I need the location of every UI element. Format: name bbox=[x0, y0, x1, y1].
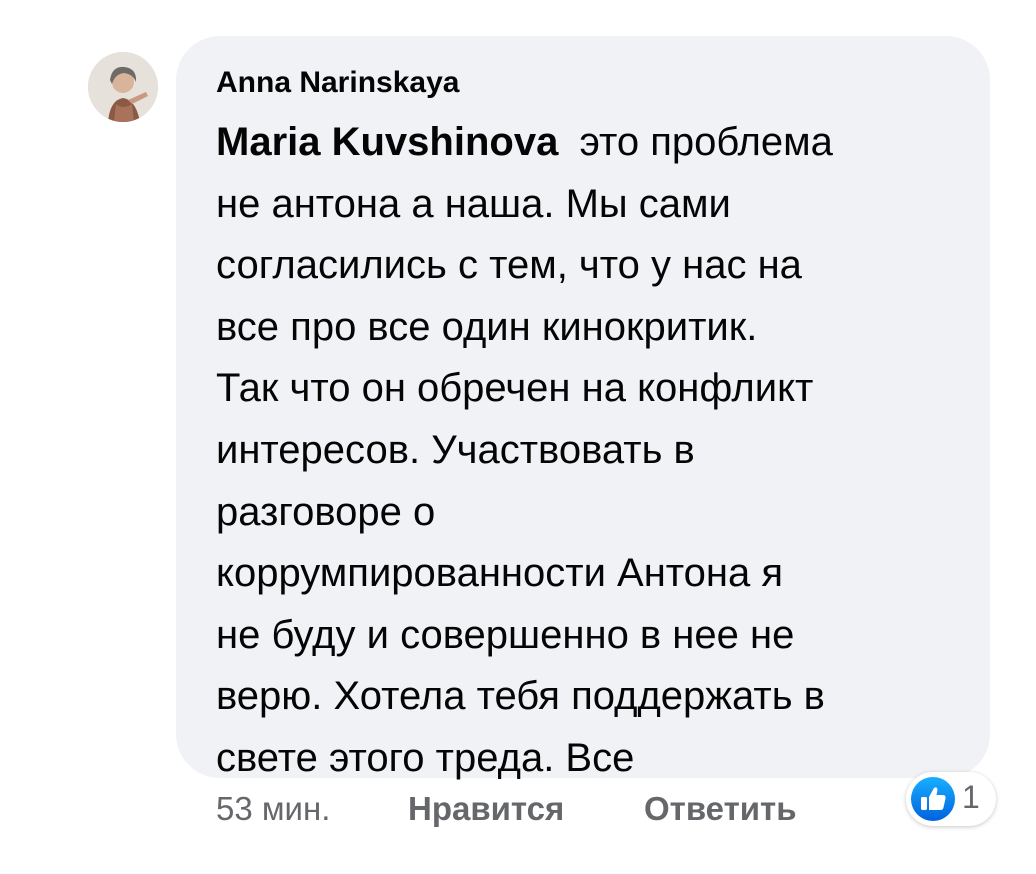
comment-line: разговоре о bbox=[216, 489, 436, 534]
reactions-summary[interactable]: 1 bbox=[906, 772, 996, 826]
mention-link[interactable]: Maria Kuvshinova bbox=[216, 120, 558, 164]
like-icon bbox=[911, 777, 955, 821]
avatar[interactable] bbox=[88, 52, 158, 122]
comment-line: не буду и совершенно в нее не bbox=[216, 612, 795, 657]
comment-bubble: Anna Narinskaya Maria Kuvshinova это про… bbox=[176, 36, 990, 780]
like-button[interactable]: Нравится bbox=[408, 790, 564, 828]
comment-line: коррумпированности Антона я bbox=[216, 551, 784, 596]
comment-author[interactable]: Anna Narinskaya bbox=[216, 66, 459, 100]
avatar-image bbox=[88, 52, 158, 122]
comment-line: свете этого треда. Все bbox=[216, 735, 635, 780]
comment-line: интересов. Участвовать в bbox=[216, 427, 695, 472]
comment-line-text: это проблема bbox=[579, 120, 833, 164]
comment-line: не антона а наша. Мы сами bbox=[216, 181, 731, 226]
comment-timestamp[interactable]: 53 мин. bbox=[216, 790, 330, 828]
reaction-count: 1 bbox=[962, 779, 980, 815]
comment-line: все про все один кинокритик. bbox=[216, 304, 758, 349]
comment-line: согласились с тем, что у нас на bbox=[216, 243, 802, 288]
comment-text: Maria Kuvshinova это проблема не антона … bbox=[216, 112, 966, 790]
reply-button[interactable]: Ответить bbox=[644, 790, 797, 828]
comment-line: Так что он обречен на конфликт bbox=[216, 366, 814, 411]
comment-line: верю. Хотела тебя поддержать в bbox=[216, 674, 825, 719]
comment-line: Maria Kuvshinova это проблема bbox=[216, 112, 966, 174]
